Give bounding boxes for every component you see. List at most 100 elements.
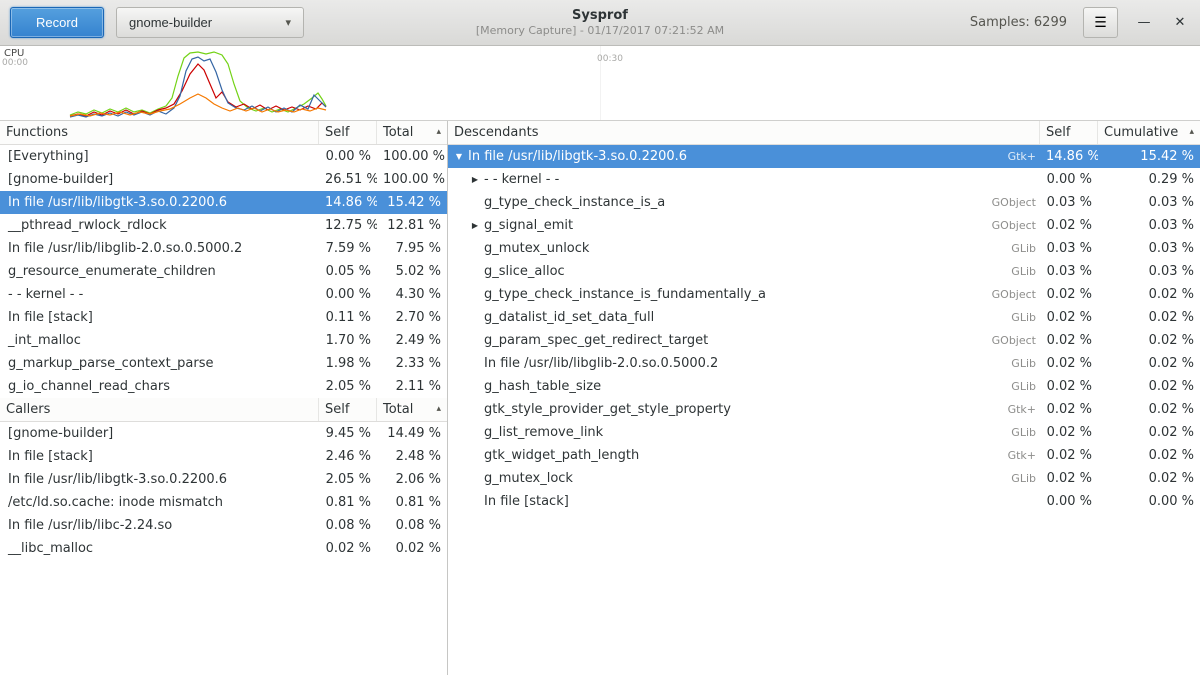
function-name: [Everything] [0, 145, 319, 168]
self-value: 0.02 % [1040, 421, 1098, 444]
total-value: 100.00 % [377, 145, 447, 168]
self-value: 2.05 % [319, 375, 377, 398]
descendant-row[interactable]: g_datalist_id_set_data_fullGLib0.02 %0.0… [448, 306, 1200, 329]
menu-button[interactable]: ☰ [1083, 7, 1118, 38]
expander-spacer [468, 421, 482, 444]
caller-row[interactable]: In file /usr/lib/libgtk-3.so.0.2200.62.0… [0, 468, 447, 491]
functions-total-column-label: Total [383, 121, 413, 144]
total-value: 0.81 % [377, 491, 447, 514]
descendant-row[interactable]: g_type_check_instance_is_fundamentally_a… [448, 283, 1200, 306]
function-name: In file /usr/lib/libglib-2.0.so.0.5000.2 [0, 237, 319, 260]
self-value: 0.02 % [1040, 306, 1098, 329]
callers-self-column-header[interactable]: Self [319, 398, 377, 421]
caller-row[interactable]: In file /usr/lib/libc-2.24.so0.08 %0.08 … [0, 514, 447, 537]
caller-row[interactable]: /etc/ld.so.cache: inode mismatch0.81 %0.… [0, 491, 447, 514]
function-row[interactable]: __pthread_rwlock_rdlock12.75 %12.81 % [0, 214, 447, 237]
expander-spacer [468, 375, 482, 398]
cumulative-value: 0.03 % [1098, 260, 1200, 283]
expander-spacer [468, 490, 482, 513]
total-value: 2.33 % [377, 352, 447, 375]
cumulative-value: 0.02 % [1098, 352, 1200, 375]
expander-open-icon[interactable]: ▼ [452, 145, 466, 168]
headerbar: Record gnome-builder ▾ Sysprof [Memory C… [0, 0, 1200, 46]
descendant-row[interactable]: In file /usr/lib/libglib-2.0.so.0.5000.2… [448, 352, 1200, 375]
self-value: 2.46 % [319, 445, 377, 468]
callers-column-header[interactable]: Callers [0, 398, 319, 421]
functions-total-column-header[interactable]: Total ▴ [377, 121, 447, 144]
total-value: 2.49 % [377, 329, 447, 352]
descendant-row[interactable]: g_type_check_instance_is_aGObject0.03 %0… [448, 191, 1200, 214]
descendant-name: g_hash_table_size [482, 375, 976, 398]
self-value: 0.00 % [1040, 490, 1098, 513]
function-row[interactable]: - - kernel - -0.00 %4.30 % [0, 283, 447, 306]
descendant-row[interactable]: gtk_widget_path_lengthGtk+0.02 %0.02 % [448, 444, 1200, 467]
self-value: 0.03 % [1040, 191, 1098, 214]
function-row[interactable]: In file [stack]0.11 %2.70 % [0, 306, 447, 329]
minimize-button[interactable]: — [1134, 15, 1154, 30]
total-value: 12.81 % [377, 214, 447, 237]
descendants-self-column-header[interactable]: Self [1040, 121, 1098, 144]
descendant-row[interactable]: gtk_style_provider_get_style_propertyGtk… [448, 398, 1200, 421]
descendant-name: g_type_check_instance_is_a [482, 191, 976, 214]
function-row[interactable]: In file /usr/lib/libglib-2.0.so.0.5000.2… [0, 237, 447, 260]
self-value: 0.81 % [319, 491, 377, 514]
self-value: 14.86 % [319, 191, 377, 214]
self-value: 0.02 % [1040, 214, 1098, 237]
descendant-row[interactable]: g_slice_allocGLib0.03 %0.03 % [448, 260, 1200, 283]
cumulative-value: 0.02 % [1098, 467, 1200, 490]
descendant-row[interactable]: g_mutex_lockGLib0.02 %0.02 % [448, 467, 1200, 490]
function-row[interactable]: g_io_channel_read_chars2.05 %2.11 % [0, 375, 447, 398]
close-button[interactable]: ✕ [1170, 15, 1190, 30]
total-value: 14.49 % [377, 422, 447, 445]
callers-total-column-label: Total [383, 398, 413, 421]
callers-total-column-header[interactable]: Total ▴ [377, 398, 447, 421]
descendants-cumulative-column-header[interactable]: Cumulative ▴ [1098, 121, 1200, 144]
cumulative-value: 0.02 % [1098, 421, 1200, 444]
descendant-name: In file /usr/lib/libgtk-3.so.0.2200.6 [466, 145, 976, 168]
function-row[interactable]: In file /usr/lib/libgtk-3.so.0.2200.614.… [0, 191, 447, 214]
function-row[interactable]: g_markup_parse_context_parse1.98 %2.33 % [0, 352, 447, 375]
library-tag: GLib [976, 467, 1040, 490]
expander-spacer [468, 398, 482, 421]
functions-self-column-header[interactable]: Self [319, 121, 377, 144]
descendant-row[interactable]: g_mutex_unlockGLib0.03 %0.03 % [448, 237, 1200, 260]
record-button[interactable]: Record [10, 7, 104, 38]
descendant-name: - - kernel - - [482, 168, 976, 191]
self-value: 0.02 % [1040, 444, 1098, 467]
cumulative-value: 0.02 % [1098, 329, 1200, 352]
library-tag [976, 490, 1040, 513]
descendant-row[interactable]: ▼In file /usr/lib/libgtk-3.so.0.2200.6Gt… [448, 145, 1200, 168]
descendant-name: g_datalist_id_set_data_full [482, 306, 976, 329]
function-row[interactable]: [gnome-builder]26.51 %100.00 % [0, 168, 447, 191]
self-value: 0.02 % [1040, 398, 1098, 421]
descendant-name: g_mutex_lock [482, 467, 976, 490]
library-tag: GObject [976, 329, 1040, 352]
function-row[interactable]: _int_malloc1.70 %2.49 % [0, 329, 447, 352]
descendant-name: g_list_remove_link [482, 421, 976, 444]
descendant-row[interactable]: g_list_remove_linkGLib0.02 %0.02 % [448, 421, 1200, 444]
profile-panes: Functions Self Total ▴ [Everything]0.00 … [0, 121, 1200, 675]
library-tag [976, 168, 1040, 191]
caller-row[interactable]: In file [stack]2.46 %2.48 % [0, 445, 447, 468]
caller-row[interactable]: __libc_malloc0.02 %0.02 % [0, 537, 447, 560]
self-value: 1.98 % [319, 352, 377, 375]
target-selector-dropdown[interactable]: gnome-builder ▾ [116, 7, 304, 38]
function-row[interactable]: g_resource_enumerate_children0.05 %5.02 … [0, 260, 447, 283]
total-value: 5.02 % [377, 260, 447, 283]
descendant-row[interactable]: g_param_spec_get_redirect_targetGObject0… [448, 329, 1200, 352]
functions-column-header[interactable]: Functions [0, 121, 319, 144]
descendant-row[interactable]: In file [stack]0.00 %0.00 % [448, 490, 1200, 513]
self-value: 0.02 % [1040, 329, 1098, 352]
expander-spacer [468, 444, 482, 467]
callers-table-header: Callers Self Total ▴ [0, 398, 447, 422]
expander-closed-icon[interactable]: ▶ [468, 214, 482, 237]
descendants-column-header[interactable]: Descendants [448, 121, 1040, 144]
self-value: 0.02 % [1040, 283, 1098, 306]
function-row[interactable]: [Everything]0.00 %100.00 % [0, 145, 447, 168]
library-tag: GLib [976, 421, 1040, 444]
caller-row[interactable]: [gnome-builder]9.45 %14.49 % [0, 422, 447, 445]
descendant-row[interactable]: g_hash_table_sizeGLib0.02 %0.02 % [448, 375, 1200, 398]
expander-closed-icon[interactable]: ▶ [468, 168, 482, 191]
descendant-row[interactable]: ▶- - kernel - -0.00 %0.29 % [448, 168, 1200, 191]
descendant-row[interactable]: ▶g_signal_emitGObject0.02 %0.03 % [448, 214, 1200, 237]
